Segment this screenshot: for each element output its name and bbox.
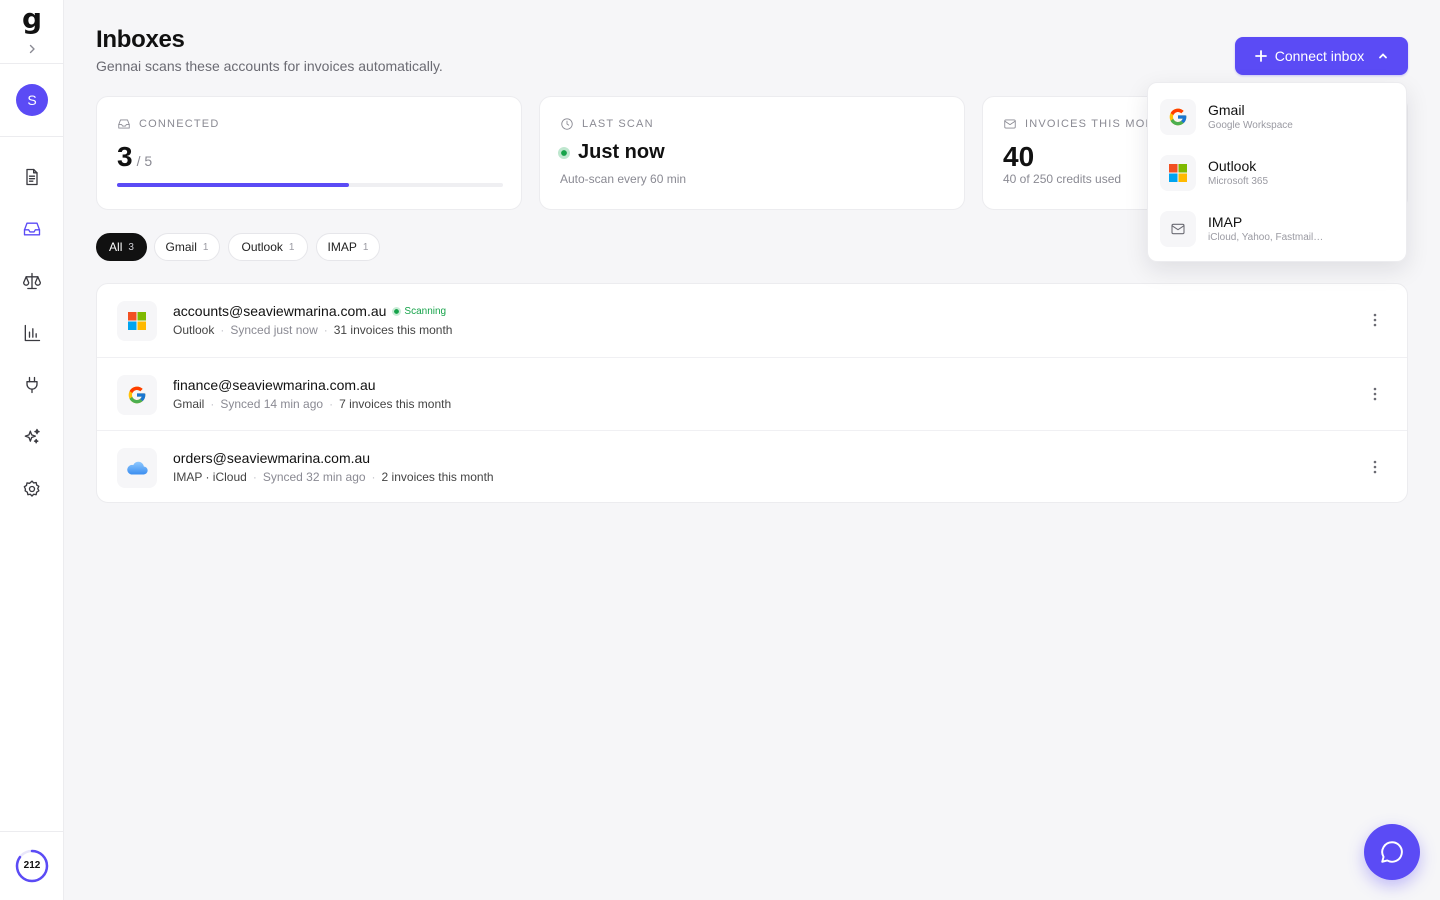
nav-settings[interactable] bbox=[12, 469, 52, 509]
sidebar-divider bbox=[0, 831, 63, 832]
sidebar-divider bbox=[0, 63, 63, 64]
chat-bubble-icon bbox=[1381, 841, 1403, 863]
inbox-meta: Gmail · Synced 14 min ago · 7 invoices thi… bbox=[173, 397, 452, 411]
gear-icon bbox=[23, 480, 40, 497]
nav-reports[interactable] bbox=[12, 313, 52, 353]
inbox-email: accounts@seaviewmarina.com.au Scanning bbox=[173, 303, 447, 319]
mail-icon bbox=[1160, 211, 1196, 247]
more-options-button[interactable] bbox=[1365, 310, 1385, 330]
plug-icon bbox=[26, 376, 38, 394]
kebab-icon bbox=[1373, 313, 1377, 327]
microsoft-icon bbox=[117, 301, 157, 341]
clock-icon bbox=[561, 118, 573, 130]
inbox-row[interactable]: finance@seaviewmarina.com.au Gmail · Sync… bbox=[97, 357, 1407, 430]
menu-item-title: Gmail bbox=[1208, 102, 1245, 118]
app-logo[interactable]: g bbox=[0, 4, 64, 34]
connected-limit: / 5 bbox=[136, 153, 153, 169]
microsoft-icon bbox=[1160, 155, 1196, 191]
menu-item-subtitle: Microsoft 365 bbox=[1208, 176, 1269, 187]
connected-count: 3/ 5 bbox=[117, 141, 153, 172]
nav-integrations[interactable] bbox=[12, 365, 52, 405]
credits-used: 40 of 250 credits used bbox=[1003, 172, 1122, 186]
filter-outlook[interactable]: Outlook 1 bbox=[228, 233, 308, 261]
kebab-icon bbox=[1373, 460, 1377, 474]
filter-imap[interactable]: IMAP 1 bbox=[316, 233, 380, 261]
connected-progress bbox=[117, 183, 503, 187]
chat-button[interactable] bbox=[1364, 824, 1420, 880]
inbox-row[interactable]: accounts@seaviewmarina.com.au Scanning O… bbox=[97, 284, 1407, 357]
scanning-badge: Scanning bbox=[392, 306, 446, 317]
credits-count: 212 bbox=[23, 860, 41, 871]
more-options-button[interactable] bbox=[1365, 457, 1385, 477]
inbox-meta: Outlook · Synced just now · 31 invoices th… bbox=[173, 323, 453, 337]
bar-chart-icon bbox=[24, 324, 41, 342]
page-title: Inboxes bbox=[96, 26, 185, 53]
google-icon bbox=[117, 375, 157, 415]
connected-progress-fill bbox=[117, 183, 349, 187]
mail-icon bbox=[1004, 119, 1016, 129]
menu-item-imap[interactable]: IMAP iCloud, Yahoo, Fastmail… bbox=[1148, 195, 1406, 251]
icloud-icon bbox=[117, 448, 157, 488]
stat-label: LAST SCAN bbox=[560, 117, 654, 131]
menu-item-gmail[interactable]: Gmail Google Workspace bbox=[1148, 83, 1406, 139]
chevron-up-icon bbox=[1379, 53, 1388, 59]
filter-all[interactable]: All 3 bbox=[96, 233, 147, 261]
stat-card-connected: CONNECTED 3/ 5 bbox=[96, 96, 522, 210]
chevron-right-icon bbox=[29, 44, 35, 54]
more-options-button[interactable] bbox=[1365, 384, 1385, 404]
connect-inbox-menu: Gmail Google Workspace Outlook Microsoft… bbox=[1147, 82, 1407, 262]
sparkles-icon bbox=[24, 428, 40, 444]
stat-card-last-scan: LAST SCAN Just now Auto-scan every 60 mi… bbox=[539, 96, 965, 210]
invoices-count: 40 bbox=[1003, 141, 1035, 172]
nav-inboxes[interactable] bbox=[12, 209, 52, 249]
menu-item-outlook[interactable]: Outlook Microsoft 365 bbox=[1148, 139, 1406, 195]
document-icon bbox=[26, 168, 38, 186]
google-icon bbox=[1160, 99, 1196, 135]
user-avatar[interactable]: S bbox=[16, 84, 48, 116]
nav-reconcile[interactable] bbox=[12, 261, 52, 301]
last-scan-value: Just now bbox=[558, 141, 665, 164]
page-subtitle: Gennai scans these accounts for invoices… bbox=[96, 58, 443, 74]
filter-gmail[interactable]: Gmail 1 bbox=[154, 233, 220, 261]
expand-sidebar-button[interactable] bbox=[0, 40, 64, 58]
kebab-icon bbox=[1373, 387, 1377, 401]
connect-inbox-label: Connect inbox bbox=[1274, 48, 1365, 64]
nav-documents[interactable] bbox=[12, 157, 52, 197]
scale-icon bbox=[23, 272, 41, 290]
plus-icon bbox=[1254, 50, 1267, 62]
connect-inbox-button[interactable]: Connect inbox bbox=[1235, 37, 1408, 75]
menu-item-subtitle: Google Workspace bbox=[1208, 120, 1293, 131]
inbox-email: finance@seaviewmarina.com.au bbox=[173, 377, 376, 393]
inbox-list: accounts@seaviewmarina.com.au Scanning O… bbox=[96, 283, 1408, 503]
inbox-row[interactable]: orders@seaviewmarina.com.au IMAP · iClou… bbox=[97, 430, 1407, 502]
stat-label: CONNECTED bbox=[117, 117, 219, 131]
inbox-email: orders@seaviewmarina.com.au bbox=[173, 450, 371, 466]
sidebar: g S 212 bbox=[0, 0, 64, 900]
inbox-icon bbox=[118, 119, 130, 129]
menu-item-title: IMAP bbox=[1208, 214, 1243, 230]
credits-indicator[interactable]: 212 bbox=[15, 849, 49, 883]
status-dot bbox=[558, 146, 570, 159]
menu-item-subtitle: iCloud, Yahoo, Fastmail… bbox=[1208, 232, 1324, 243]
inbox-icon bbox=[23, 222, 41, 236]
inbox-meta: IMAP · iCloud · Synced 32 min ago · 2 invo… bbox=[173, 470, 494, 484]
auto-scan-interval: Auto-scan every 60 min bbox=[560, 172, 687, 186]
nav-ai[interactable] bbox=[12, 417, 52, 457]
menu-item-title: Outlook bbox=[1208, 158, 1257, 174]
sidebar-divider bbox=[0, 136, 63, 137]
